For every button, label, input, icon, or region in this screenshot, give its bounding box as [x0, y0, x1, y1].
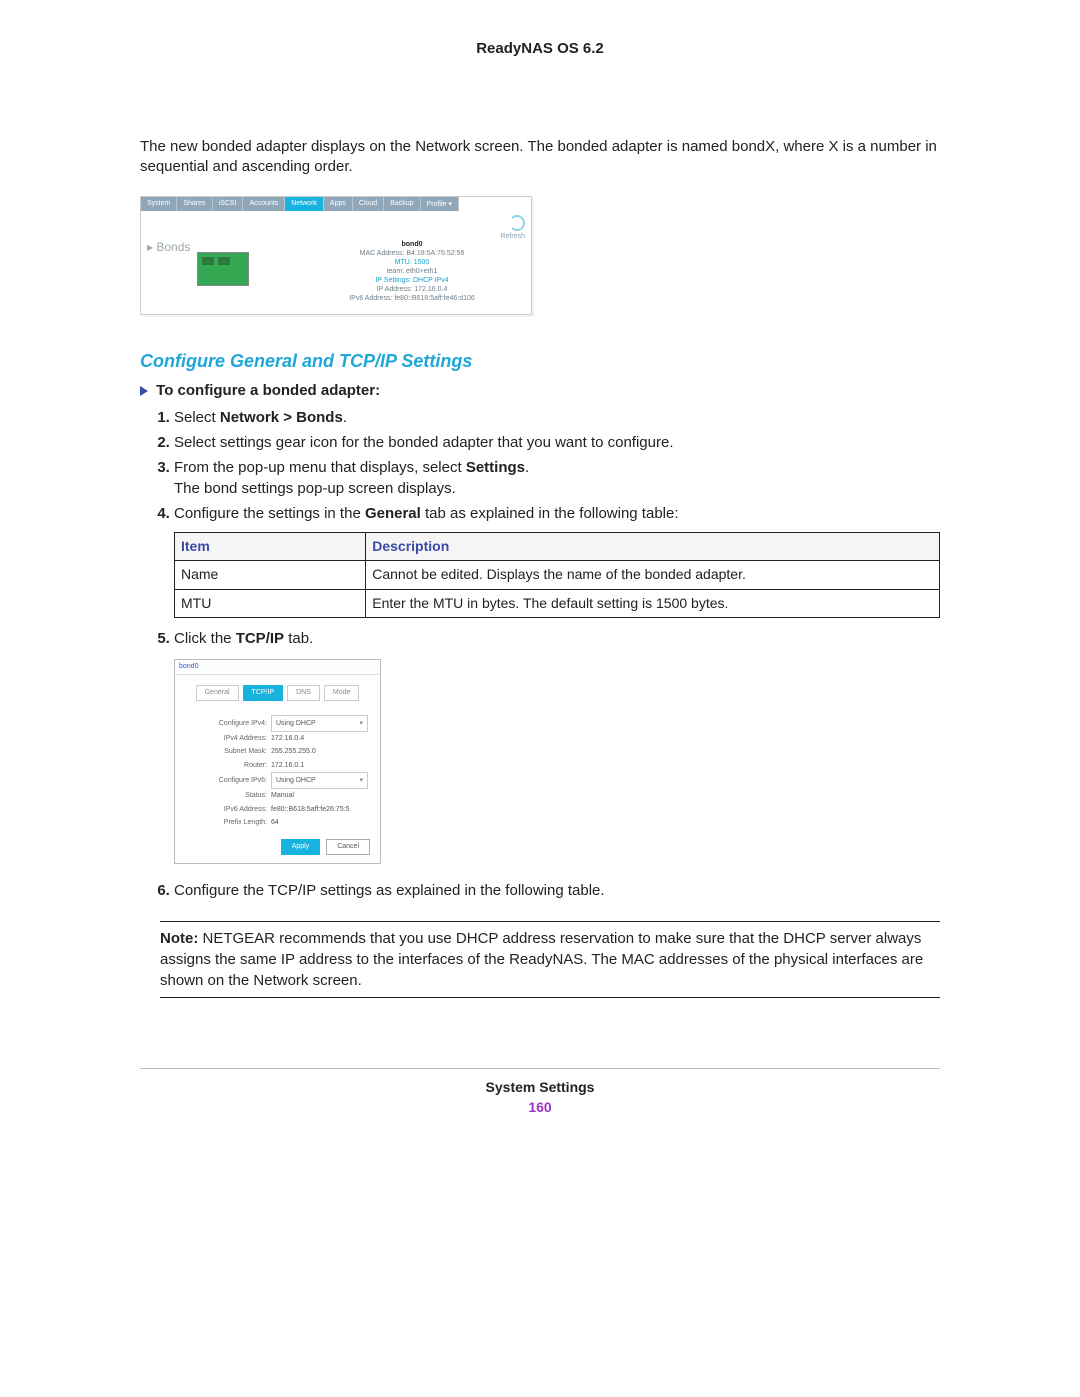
dialog-title: bond0: [175, 660, 380, 675]
note-box: Note: NETGEAR recommends that you use DH…: [160, 921, 940, 998]
chevron-down-icon: ▾: [359, 774, 363, 787]
tab-profile: Profile ▾: [421, 197, 459, 211]
page-footer: System Settings 160: [140, 1079, 940, 1115]
bond-metadata: bond0 MAC Address: B4:18:5A:76:52:56 MTU…: [302, 240, 522, 304]
dialog-tabs: General TCP/IP DNS Mode: [175, 675, 380, 709]
section-heading: Configure General and TCP/IP Settings: [140, 351, 940, 372]
tab-shares: Shares: [177, 197, 212, 211]
screenshot-tabbar: System Shares iSCSI Accounts Network App…: [141, 197, 531, 211]
step-4: Configure the settings in the General ta…: [174, 503, 940, 619]
table-row: MTU Enter the MTU in bytes. The default …: [175, 589, 940, 618]
intro-paragraph: The new bonded adapter displays on the N…: [140, 137, 940, 178]
procedure-steps: Select Network > Bonds. Select settings …: [140, 407, 940, 902]
tcpip-dialog-screenshot: bond0 General TCP/IP DNS Mode Configure …: [174, 659, 381, 864]
step-3: From the pop-up menu that displays, sele…: [174, 457, 940, 499]
footer-page-number: 160: [140, 1099, 940, 1115]
dlg-tab-general: General: [196, 685, 239, 701]
refresh-icon: [509, 215, 525, 231]
nic-icon: [197, 252, 249, 286]
th-item: Item: [175, 532, 366, 561]
configure-ipv6-dropdown: Using DHCP ▾: [271, 772, 368, 789]
general-settings-table: Item Description Name Cannot be edited. …: [174, 532, 940, 619]
footer-section: System Settings: [140, 1079, 940, 1095]
network-bonds-screenshot: System Shares iSCSI Accounts Network App…: [140, 196, 532, 315]
dlg-tab-tcpip: TCP/IP: [243, 685, 284, 701]
document-page: ReadyNAS OS 6.2 The new bonded adapter d…: [0, 0, 1080, 1397]
refresh-label: Refresh: [500, 233, 525, 240]
tab-iscsi: iSCSI: [213, 197, 244, 211]
tab-accounts: Accounts: [243, 197, 285, 211]
step-6: Configure the TCP/IP settings as explain…: [174, 880, 940, 901]
table-row: Name Cannot be edited. Displays the name…: [175, 561, 940, 590]
tab-network: Network: [285, 197, 324, 211]
tab-apps: Apps: [324, 197, 353, 211]
dlg-tab-dns: DNS: [287, 685, 320, 701]
tab-backup: Backup: [384, 197, 420, 211]
chevron-down-icon: ▾: [359, 717, 363, 730]
tab-system: System: [141, 197, 177, 211]
step-5: Click the TCP/IP tab. bond0 General TCP/…: [174, 628, 940, 864]
header-title: ReadyNAS OS 6.2: [140, 40, 940, 57]
th-description: Description: [366, 532, 940, 561]
configure-ipv4-dropdown: Using DHCP ▾: [271, 715, 368, 732]
dlg-tab-mode: Mode: [324, 685, 360, 701]
table-header-row: Item Description: [175, 532, 940, 561]
step-1: Select Network > Bonds.: [174, 407, 940, 428]
tab-cloud: Cloud: [353, 197, 384, 211]
cancel-button: Cancel: [326, 839, 370, 855]
footer-separator: [140, 1068, 940, 1069]
procedure-title: To configure a bonded adapter:: [140, 382, 940, 399]
step-2: Select settings gear icon for the bonded…: [174, 432, 940, 453]
bonds-heading: ▸ Bonds: [147, 240, 190, 254]
triangle-icon: [140, 386, 148, 396]
apply-button: Apply: [281, 839, 321, 855]
